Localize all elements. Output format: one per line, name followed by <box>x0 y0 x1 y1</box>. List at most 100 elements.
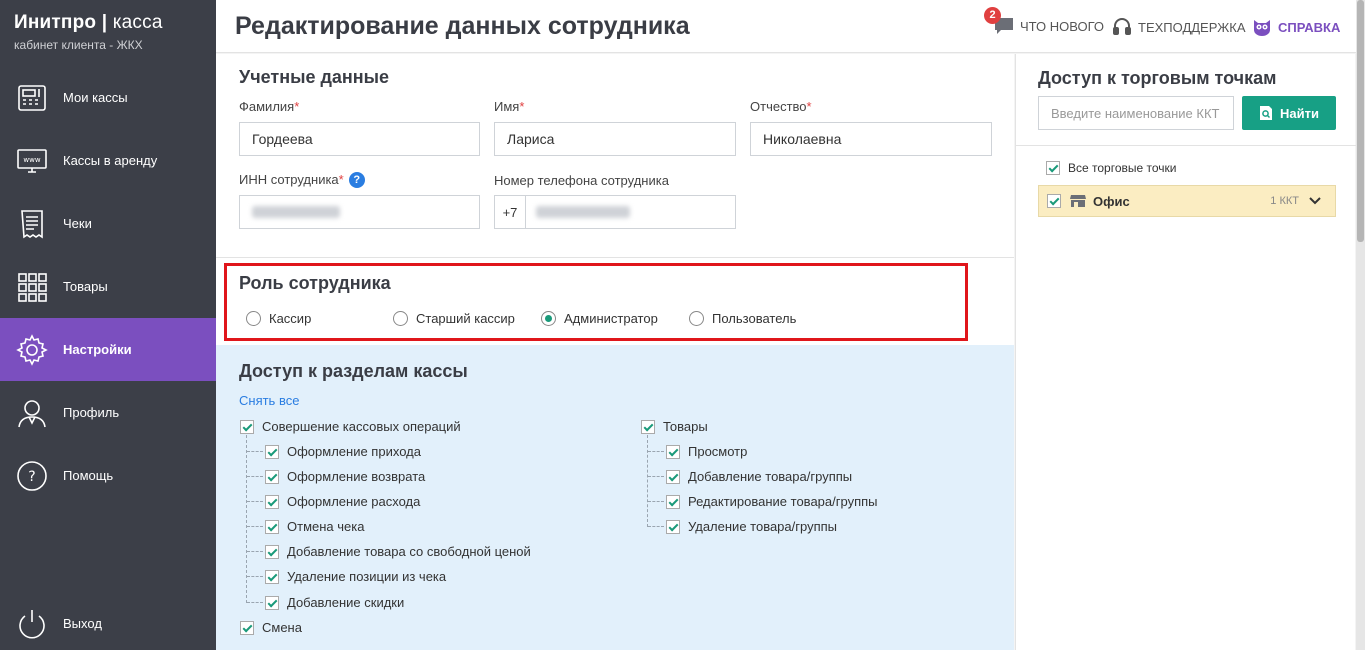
required-mark: * <box>294 99 300 114</box>
checkbox <box>265 569 279 584</box>
nav-label: Профиль <box>63 405 120 420</box>
brand-product: касса <box>112 12 163 33</box>
checkbox <box>240 620 254 635</box>
checkbox-all-stores[interactable]: Все торговые точки <box>1046 161 1177 175</box>
checkbox <box>265 519 279 534</box>
checkbox-remove-position[interactable]: Удаление позиции из чека <box>265 569 446 584</box>
checkbox <box>265 469 279 484</box>
grid-icon <box>18 272 47 302</box>
nav-label: Чеки <box>63 216 92 231</box>
store-row-office[interactable]: Офис 1 ККТ <box>1038 185 1336 217</box>
first-name-value: Лариса <box>507 131 555 147</box>
brand-title: Инитпро | касса <box>14 12 202 34</box>
checkbox <box>641 419 655 434</box>
inn-field[interactable] <box>239 195 480 229</box>
store-name: Офис <box>1093 193 1130 209</box>
nav-item-logout[interactable]: Выход <box>0 592 216 650</box>
nav-label: Товары <box>63 279 108 294</box>
access-section: Доступ к разделам кассы Снять все Соверш… <box>216 345 1014 650</box>
required-mark: * <box>519 99 525 114</box>
blurred-inn-value <box>252 206 340 218</box>
checkbox-label: Все торговые точки <box>1068 161 1177 175</box>
nav-item-receipts[interactable]: Чеки <box>0 192 216 255</box>
checkbox-cancel-receipt[interactable]: Отмена чека <box>265 519 364 534</box>
nav-item-my-cashboxes[interactable]: Мои кассы <box>0 66 216 129</box>
checkbox-discount[interactable]: Добавление скидки <box>265 595 404 610</box>
tree-branch <box>247 602 263 603</box>
checkbox-free-price[interactable]: Добавление товара со свободной ценой <box>265 544 531 559</box>
page-header: Редактирование данных сотрудника 2 ЧТО Н… <box>216 0 1365 53</box>
checkbox-label: Редактирование товара/группы <box>688 494 878 509</box>
sidebar: Инитпро | касса кабинет клиента - ЖКХ Мо… <box>0 0 216 650</box>
tree-branch <box>247 526 263 527</box>
checkbox-label: Смена <box>262 620 302 635</box>
patronymic-field[interactable]: Николаевна <box>750 122 992 156</box>
tree-branch <box>247 576 263 577</box>
nav-item-rent-cashboxes[interactable]: www Кассы в аренду <box>0 129 216 192</box>
nav-item-profile[interactable]: Профиль <box>0 381 216 444</box>
notification-badge: 2 <box>984 7 1001 24</box>
checkbox-cash-operations[interactable]: Совершение кассовых операций <box>240 419 461 434</box>
label-text: Фамилия <box>239 99 295 114</box>
last-name-field[interactable]: Гордеева <box>239 122 480 156</box>
help-link[interactable]: СПРАВКА <box>1252 17 1340 37</box>
role-option-user[interactable]: Пользователь <box>689 311 796 326</box>
nav-label: Настройки <box>63 342 132 357</box>
radio-button <box>246 311 261 326</box>
checkbox-add-product[interactable]: Добавление товара/группы <box>666 469 852 484</box>
checkbox-delete-product[interactable]: Удаление товара/группы <box>666 519 837 534</box>
page-scrollbar-thumb[interactable] <box>1357 0 1364 242</box>
checkbox-shift[interactable]: Смена <box>240 620 302 635</box>
stores-title: Доступ к торговым точкам <box>1038 68 1277 88</box>
first-name-field[interactable]: Лариса <box>494 122 736 156</box>
checkbox-return[interactable]: Оформление возврата <box>265 469 425 484</box>
checkbox-expense[interactable]: Оформление расхода <box>265 494 420 509</box>
tree-line <box>647 435 648 527</box>
checkbox-products[interactable]: Товары <box>641 419 708 434</box>
headset-icon <box>1113 18 1131 35</box>
radio-label: Администратор <box>564 311 658 326</box>
required-mark: * <box>806 99 812 114</box>
www-monitor-icon: www <box>17 148 47 173</box>
help-icon[interactable]: ? <box>348 172 365 188</box>
checkbox <box>1046 161 1060 175</box>
checkbox-view[interactable]: Просмотр <box>666 444 747 459</box>
checkbox-label: Оформление расхода <box>287 494 421 509</box>
radio-label: Кассир <box>269 311 312 326</box>
nav-item-settings[interactable]: Настройки <box>0 318 216 381</box>
tree-branch <box>247 451 263 452</box>
radio-button <box>689 311 704 326</box>
role-option-cashier[interactable]: Кассир <box>246 311 311 326</box>
owl-icon <box>1254 20 1270 36</box>
last-name-value: Гордеева <box>252 131 313 147</box>
whats-new-label: ЧТО НОВОГО <box>1020 18 1105 34</box>
checkbox <box>265 544 279 559</box>
checkbox-income[interactable]: Оформление прихода <box>265 444 421 459</box>
role-option-senior-cashier[interactable]: Старший кассир <box>393 311 515 326</box>
checkbox-label: Совершение кассовых операций <box>262 419 461 434</box>
phone-label: Номер телефона сотрудника <box>494 173 669 188</box>
store-search-input[interactable]: Введите наименование ККТ <box>1038 96 1234 130</box>
chevron-down-icon[interactable] <box>1309 197 1321 205</box>
whats-new-link[interactable]: 2 ЧТО НОВОГО <box>984 7 1105 35</box>
checkbox-label: Добавление товара со свободной ценой <box>287 544 531 559</box>
role-option-administrator[interactable]: Администратор <box>541 311 658 326</box>
find-button[interactable]: Найти <box>1242 96 1336 130</box>
nav-item-products[interactable]: Товары <box>0 255 216 318</box>
store-icon <box>1070 195 1086 207</box>
checkbox <box>265 595 279 610</box>
phone-field[interactable]: +7 <box>494 195 736 229</box>
nav-item-help[interactable]: ? Помощь <box>0 444 216 507</box>
nav-label: Мои кассы <box>63 90 128 105</box>
deselect-all-link[interactable]: Снять все <box>239 393 299 408</box>
brand-separator: | <box>101 12 108 33</box>
support-link[interactable]: ТЕХПОДДЕРЖКА <box>1112 17 1246 37</box>
power-icon <box>19 609 45 638</box>
radio-label: Пользователь <box>712 311 797 326</box>
brand-subtitle: кабинет клиента - ЖКХ <box>14 38 143 52</box>
checkbox[interactable] <box>1047 194 1061 208</box>
access-title: Доступ к разделам кассы <box>239 361 468 381</box>
checkbox-edit-product[interactable]: Редактирование товара/группы <box>666 494 878 509</box>
tree-branch <box>648 451 664 452</box>
checkbox-label: Добавление товара/группы <box>688 469 853 484</box>
